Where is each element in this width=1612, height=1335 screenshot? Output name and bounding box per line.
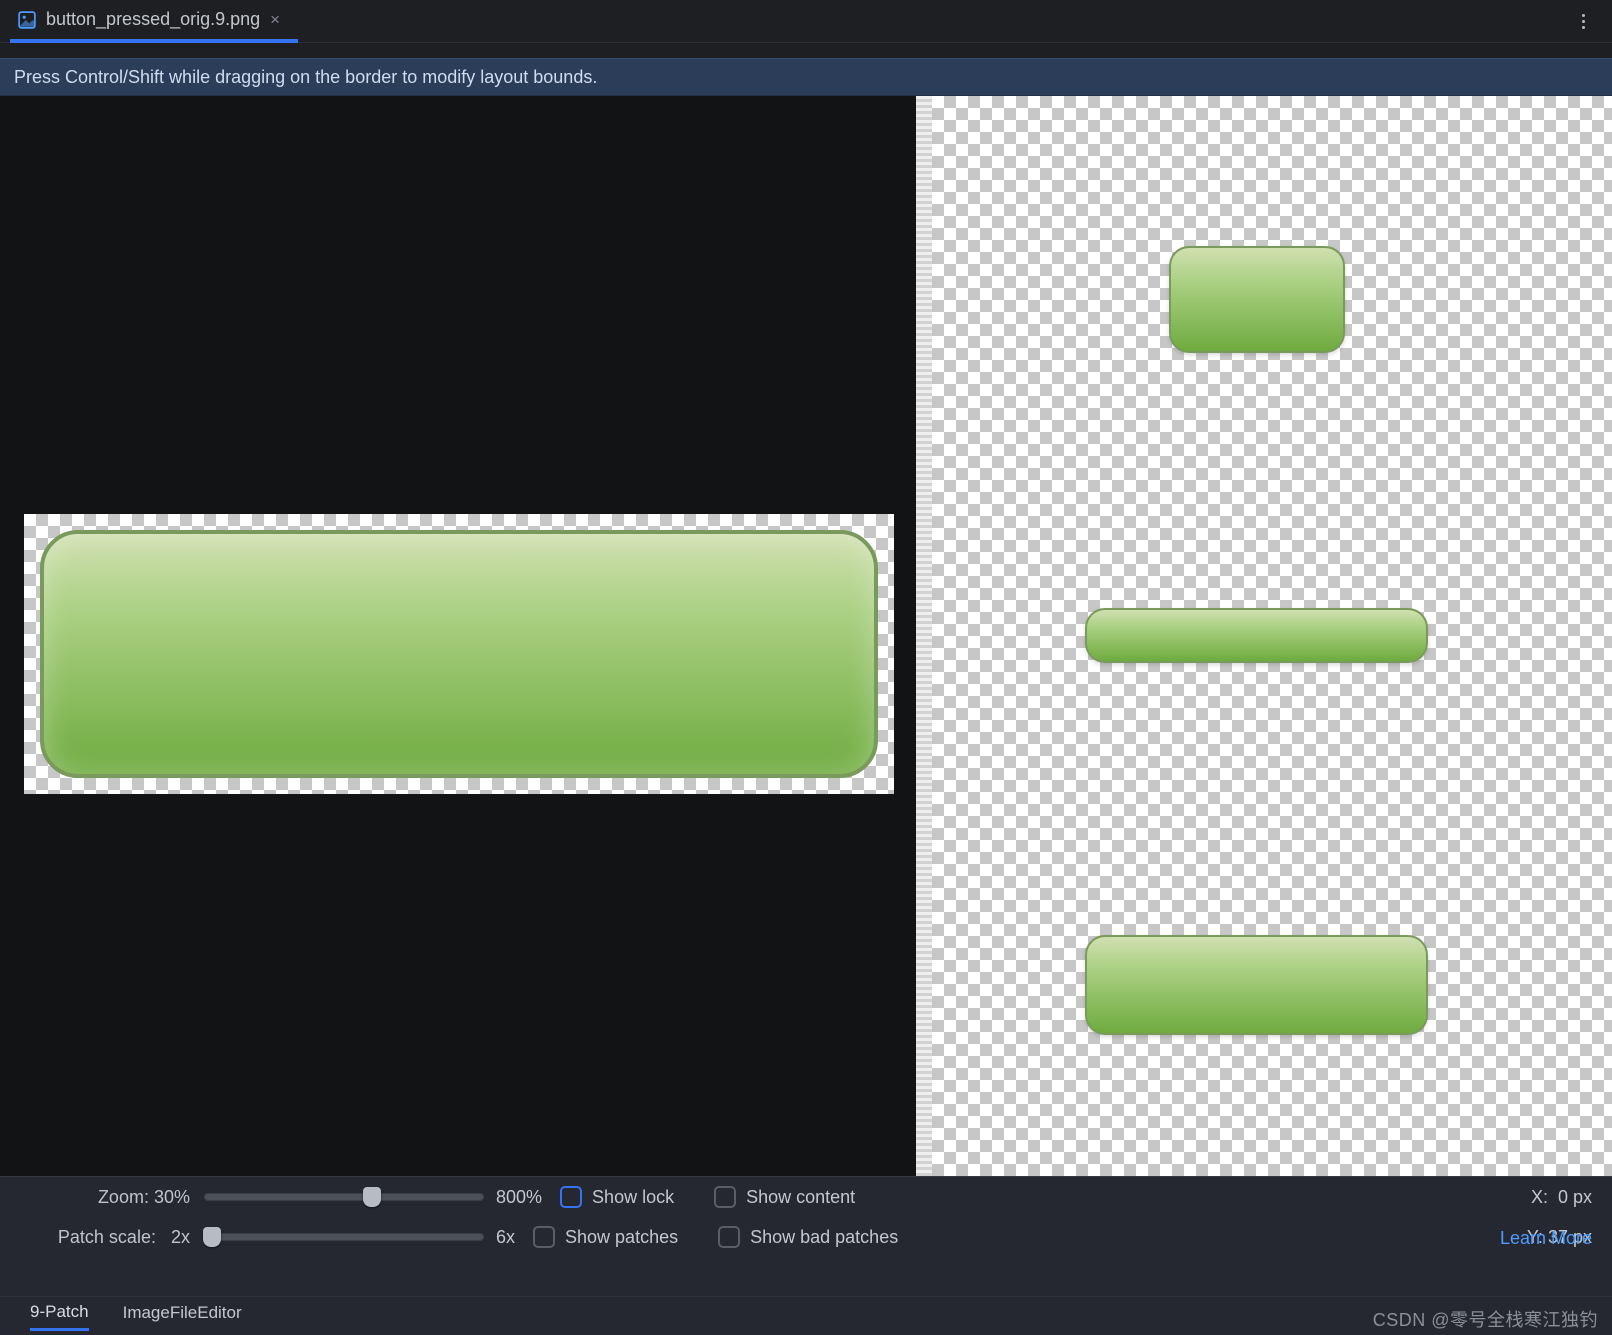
- file-tab[interactable]: button_pressed_orig.9.png ×: [10, 1, 298, 43]
- source-button-graphic: [40, 530, 878, 778]
- hint-banner: Press Control/Shift while dragging on th…: [0, 58, 1612, 96]
- tab-nine-patch[interactable]: 9-Patch: [30, 1302, 89, 1331]
- zoom-slider[interactable]: [204, 1193, 484, 1201]
- zoom-label: Zoom: 30%: [20, 1187, 190, 1208]
- show-lock-checkbox[interactable]: Show lock: [560, 1186, 674, 1208]
- pane-splitter[interactable]: [916, 96, 932, 1176]
- footer-tabs: 9-Patch ImageFileEditor: [0, 1296, 1612, 1335]
- nine-patch-editor-pane[interactable]: [0, 96, 916, 1176]
- show-content-checkbox[interactable]: Show content: [714, 1186, 855, 1208]
- learn-more-link[interactable]: Learn More: [1402, 1228, 1592, 1249]
- show-patches-checkbox[interactable]: Show patches: [533, 1226, 678, 1248]
- preview-canvas: [932, 96, 1612, 1176]
- file-tab-label: button_pressed_orig.9.png: [46, 9, 260, 30]
- control-bar: Zoom: 30% 800% Show lock Show content X:…: [0, 1176, 1612, 1296]
- close-tab-icon[interactable]: ×: [270, 11, 280, 28]
- tab-image-file-editor[interactable]: ImageFileEditor: [123, 1303, 242, 1329]
- tab-bar: button_pressed_orig.9.png ×: [0, 0, 1612, 43]
- patch-scale-label: Patch scale: 2x: [20, 1227, 190, 1248]
- image-file-icon: [18, 11, 36, 29]
- tab-options-icon[interactable]: [1574, 12, 1592, 30]
- preview-shape-square: [1169, 246, 1345, 353]
- editor-area: [0, 96, 1612, 1176]
- zoom-max-label: 800%: [496, 1187, 542, 1208]
- patch-scale-max-label: 6x: [496, 1227, 515, 1248]
- source-image-canvas[interactable]: [24, 514, 894, 794]
- preview-shape-wide-short: [1085, 608, 1428, 663]
- preview-pane: [932, 96, 1612, 1176]
- patch-scale-slider[interactable]: [204, 1233, 484, 1241]
- preview-shape-wide-tall: [1085, 935, 1428, 1035]
- show-bad-patches-checkbox[interactable]: Show bad patches: [718, 1226, 898, 1248]
- hint-text: Press Control/Shift while dragging on th…: [14, 67, 597, 88]
